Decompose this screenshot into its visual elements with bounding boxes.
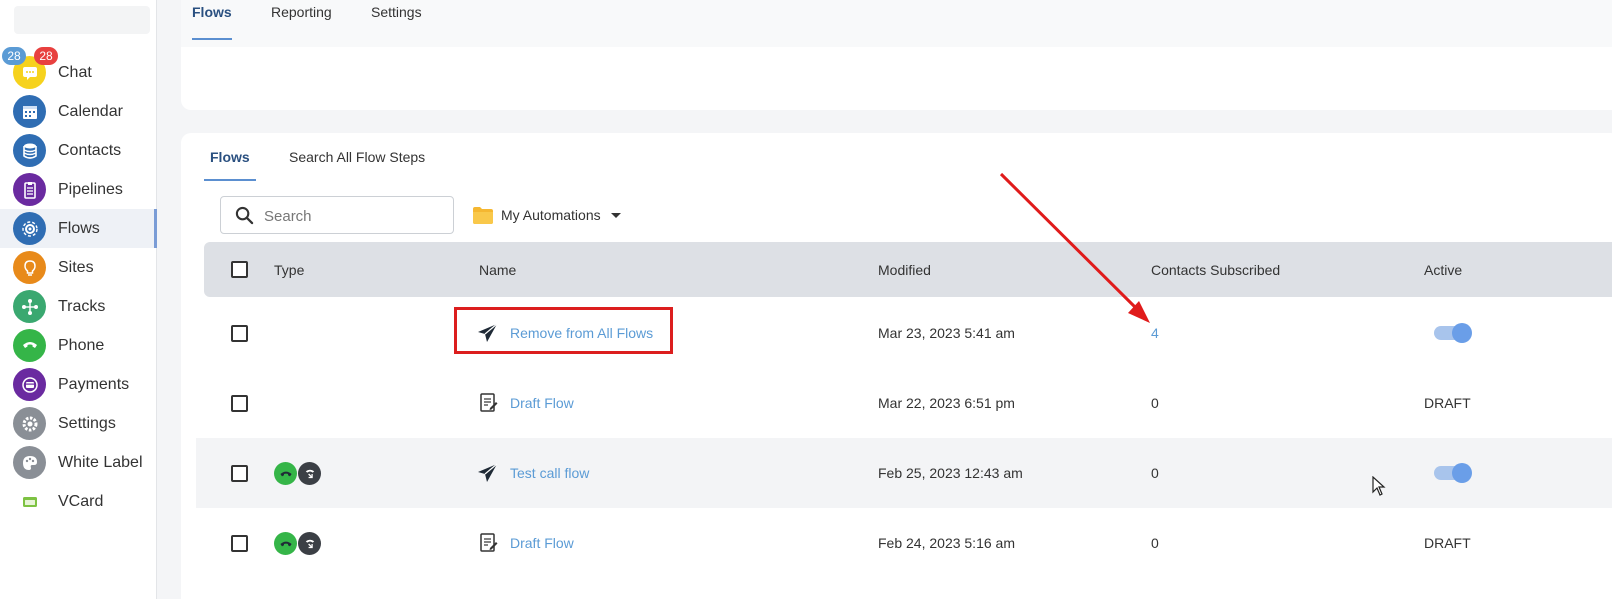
subtab-flows[interactable]: Flows <box>204 149 256 181</box>
sidebar-item-label: White Label <box>58 453 143 471</box>
header-type: Type <box>274 262 305 278</box>
flow-name-link[interactable]: Remove from All Flows <box>510 325 653 341</box>
clipboard-icon <box>13 173 46 206</box>
table-row[interactable]: Test call flow Feb 25, 2023 12:43 am 0 <box>196 438 1612 508</box>
search-icon <box>235 206 254 225</box>
mouse-cursor-icon <box>1372 476 1386 496</box>
folder-label: My Automations <box>501 207 601 223</box>
subtab-search-all-flow-steps[interactable]: Search All Flow Steps <box>289 149 425 181</box>
sidebar-item-white-label[interactable]: White Label <box>0 443 157 482</box>
folder-icon <box>473 206 493 224</box>
folder-dropdown[interactable]: My Automations <box>473 204 621 226</box>
settings-icon <box>13 407 46 440</box>
sidebar-item-phone[interactable]: Phone <box>0 326 157 365</box>
payment-icon <box>13 368 46 401</box>
sidebar-item-sites[interactable]: Sites <box>0 248 157 287</box>
send-icon <box>476 321 500 345</box>
row-checkbox[interactable] <box>231 395 248 412</box>
send-icon <box>476 461 500 485</box>
contacts-subscribed-count: 0 <box>1151 465 1159 481</box>
phone-arrow-icon <box>298 532 321 555</box>
gear-flow-icon <box>13 212 46 245</box>
type-icons <box>274 532 321 555</box>
phone-arrow-icon <box>298 462 321 485</box>
palette-icon <box>13 446 46 479</box>
sidebar-item-tracks[interactable]: Tracks <box>0 287 157 326</box>
sidebar-item-pipelines[interactable]: Pipelines <box>0 170 157 209</box>
sidebar-item-label: Tracks <box>58 297 106 315</box>
sidebar-item-label: Phone <box>58 336 105 354</box>
phone-icon <box>274 532 297 555</box>
table-row[interactable]: Draft Flow Mar 22, 2023 6:51 pm 0 DRAFT <box>196 368 1612 438</box>
card-icon <box>13 485 46 518</box>
active-toggle[interactable] <box>1434 463 1472 483</box>
status-badge: DRAFT <box>1424 395 1471 411</box>
database-icon <box>13 134 46 167</box>
modified-date: Mar 23, 2023 5:41 am <box>878 325 1015 341</box>
status-badge: DRAFT <box>1424 535 1471 551</box>
network-icon <box>13 290 46 323</box>
select-all-checkbox[interactable] <box>231 261 248 278</box>
header-active: Active <box>1424 262 1463 278</box>
sidebar-item-flows[interactable]: Flows <box>0 209 157 248</box>
modified-date: Feb 25, 2023 12:43 am <box>878 465 1023 481</box>
phone-icon <box>274 462 297 485</box>
sidebar-item-label: Calendar <box>58 102 123 120</box>
header-name: Name <box>479 262 517 278</box>
row-checkbox[interactable] <box>231 535 248 552</box>
sidebar: 28 28 Chat Calendar Contacts Pipelines Flows… <box>0 0 157 599</box>
table-header: Type Name Modified Contacts Subscribed A… <box>204 242 1612 297</box>
tab-settings[interactable]: Settings <box>371 4 422 40</box>
flows-panel: Flows Search All Flow Steps My Automatio… <box>181 133 1612 599</box>
sidebar-item-payments[interactable]: Payments <box>0 365 157 404</box>
sidebar-item-label: Settings <box>58 414 116 432</box>
flow-name-link[interactable]: Test call flow <box>510 465 589 481</box>
draft-icon <box>476 391 500 415</box>
active-toggle[interactable] <box>1434 323 1472 343</box>
flow-name-link[interactable]: Draft Flow <box>510 535 574 551</box>
sidebar-item-label: Contacts <box>58 141 122 159</box>
header-contacts-subscribed: Contacts Subscribed <box>1151 262 1281 278</box>
flow-name-link[interactable]: Draft Flow <box>510 395 574 411</box>
modified-date: Feb 24, 2023 5:16 am <box>878 535 1015 551</box>
contacts-subscribed-count: 0 <box>1151 535 1159 551</box>
sidebar-item-label: VCard <box>58 492 104 510</box>
draft-icon <box>476 531 500 555</box>
table-row[interactable]: Remove from All Flows Mar 23, 2023 5:41 a… <box>196 298 1612 368</box>
sidebar-item-label: Flows <box>58 219 100 237</box>
search-box[interactable] <box>220 196 454 234</box>
phone-icon <box>13 329 46 362</box>
search-input[interactable] <box>264 205 444 227</box>
sidebar-item-contacts[interactable]: Contacts <box>0 131 157 170</box>
logo-placeholder <box>14 6 150 34</box>
chevron-down-icon <box>610 212 621 218</box>
table-row[interactable]: Draft Flow Feb 24, 2023 5:16 am 0 DRAFT <box>196 508 1612 578</box>
lightbulb-icon <box>13 251 46 284</box>
modified-date: Mar 22, 2023 6:51 pm <box>878 395 1015 411</box>
type-icons <box>274 462 321 485</box>
header-modified: Modified <box>878 262 931 278</box>
sidebar-item-label: Sites <box>58 258 94 276</box>
notification-badge-red: 28 <box>34 47 58 65</box>
sidebar-item-settings[interactable]: Settings <box>0 404 157 443</box>
notification-badge-blue: 28 <box>2 47 26 65</box>
calendar-icon <box>13 95 46 128</box>
sidebar-item-label: Chat <box>58 63 92 81</box>
row-checkbox[interactable] <box>231 465 248 482</box>
sidebar-item-vcard[interactable]: VCard <box>0 482 157 521</box>
top-tabs-card: Flows Reporting Settings <box>181 0 1612 110</box>
tab-flows-top[interactable]: Flows <box>192 4 232 40</box>
sidebar-item-calendar[interactable]: Calendar <box>0 92 157 131</box>
sidebar-item-label: Pipelines <box>58 180 123 198</box>
contacts-subscribed-count[interactable]: 4 <box>1151 325 1159 341</box>
tab-reporting[interactable]: Reporting <box>271 4 332 40</box>
sidebar-item-label: Payments <box>58 375 130 393</box>
row-checkbox[interactable] <box>231 325 248 342</box>
contacts-subscribed-count: 0 <box>1151 395 1159 411</box>
